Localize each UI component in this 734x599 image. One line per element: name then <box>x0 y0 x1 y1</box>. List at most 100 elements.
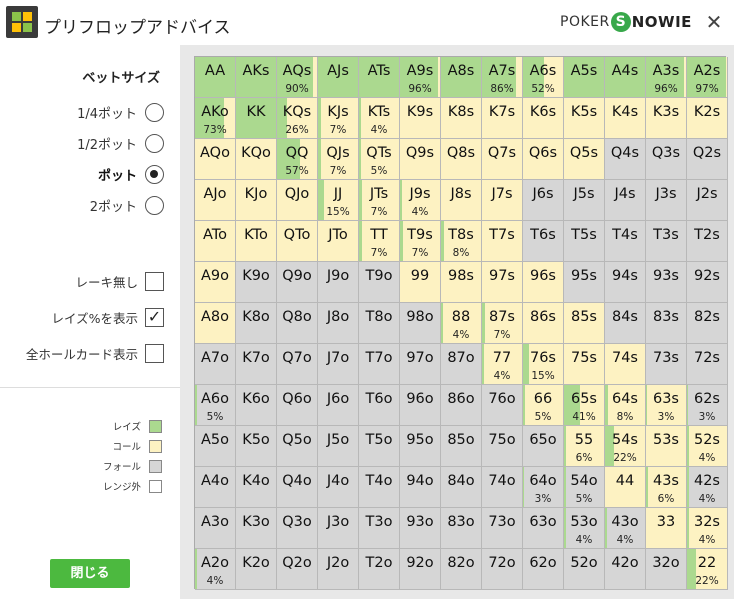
hand-cell[interactable]: 65s 41% <box>564 385 605 426</box>
hand-cell[interactable]: A4o <box>195 467 236 508</box>
hand-cell[interactable]: T4s <box>605 221 646 262</box>
hand-cell[interactable]: K7s <box>482 98 523 139</box>
hand-cell[interactable]: K7o <box>236 344 277 385</box>
hand-cell[interactable]: 33 <box>646 508 687 549</box>
hand-cell[interactable]: 76s 15% <box>523 344 564 385</box>
hand-cell[interactable]: A6s 52% <box>523 57 564 98</box>
hand-cell[interactable]: 82s <box>687 303 728 344</box>
hand-cell[interactable]: 75s <box>564 344 605 385</box>
hand-cell[interactable]: 99 <box>400 262 441 303</box>
hand-cell[interactable]: ATo <box>195 221 236 262</box>
hand-cell[interactable]: Q6s <box>523 139 564 180</box>
hand-cell[interactable]: TT 7% <box>359 221 400 262</box>
hand-cell[interactable]: Q5o <box>277 426 318 467</box>
hand-cell[interactable]: 86s <box>523 303 564 344</box>
hand-cell[interactable]: 63o <box>523 508 564 549</box>
hand-cell[interactable]: J8s <box>441 180 482 221</box>
hand-cell[interactable]: K6o <box>236 385 277 426</box>
hand-cell[interactable]: KQs 26% <box>277 98 318 139</box>
hand-cell[interactable]: J5s <box>564 180 605 221</box>
hand-cell[interactable]: 64s 8% <box>605 385 646 426</box>
hand-cell[interactable]: 97o <box>400 344 441 385</box>
hand-cell[interactable]: 72o <box>482 549 523 590</box>
hand-cell[interactable]: QJs 7% <box>318 139 359 180</box>
hand-cell[interactable]: 83s <box>646 303 687 344</box>
hand-cell[interactable]: J4o <box>318 467 359 508</box>
show-raise-percent-checkbox[interactable]: ✓ <box>145 307 164 327</box>
hand-cell[interactable]: 62o <box>523 549 564 590</box>
hand-cell[interactable]: 32o <box>646 549 687 590</box>
hand-cell[interactable]: 94s <box>605 262 646 303</box>
hand-cell[interactable]: T7o <box>359 344 400 385</box>
hand-cell[interactable]: A9o <box>195 262 236 303</box>
hand-cell[interactable]: A4s <box>605 57 646 98</box>
hand-cell[interactable]: K9o <box>236 262 277 303</box>
hand-cell[interactable]: K5s <box>564 98 605 139</box>
hand-cell[interactable]: K6s <box>523 98 564 139</box>
hand-cell[interactable]: 77 4% <box>482 344 523 385</box>
hand-cell[interactable]: A5s <box>564 57 605 98</box>
hand-cell[interactable]: 86o <box>441 385 482 426</box>
radio-button[interactable] <box>145 133 164 153</box>
hand-cell[interactable]: 52o <box>564 549 605 590</box>
hand-cell[interactable]: 98s <box>441 262 482 303</box>
hand-cell[interactable]: A2o 4% <box>195 549 236 590</box>
hand-cell[interactable]: T8s 8% <box>441 221 482 262</box>
hand-cell[interactable]: T2o <box>359 549 400 590</box>
hand-cell[interactable]: J6s <box>523 180 564 221</box>
hand-cell[interactable]: T7s <box>482 221 523 262</box>
hand-cell[interactable]: J2s <box>687 180 728 221</box>
hand-cell[interactable]: 83o <box>441 508 482 549</box>
hand-cell[interactable]: JTs 7% <box>359 180 400 221</box>
hand-cell[interactable]: T5o <box>359 426 400 467</box>
close-icon[interactable]: ✕ <box>702 10 726 34</box>
hand-cell[interactable]: K8o <box>236 303 277 344</box>
hand-cell[interactable]: 87s 7% <box>482 303 523 344</box>
hand-cell[interactable]: 54s 22% <box>605 426 646 467</box>
hand-cell[interactable]: 95o <box>400 426 441 467</box>
hand-cell[interactable]: T9o <box>359 262 400 303</box>
option-show-raise-percent[interactable]: レイズ%を表示 ✓ <box>51 306 164 328</box>
hand-cell[interactable]: T5s <box>564 221 605 262</box>
hand-cell[interactable]: J3s <box>646 180 687 221</box>
hand-cell[interactable]: A5o <box>195 426 236 467</box>
hand-cell[interactable]: J7s <box>482 180 523 221</box>
hand-cell[interactable]: JTo <box>318 221 359 262</box>
hand-cell[interactable]: 84s <box>605 303 646 344</box>
hand-cell[interactable]: A9s 96% <box>400 57 441 98</box>
hand-cell[interactable]: 96o <box>400 385 441 426</box>
hand-cell[interactable]: K5o <box>236 426 277 467</box>
hand-cell[interactable]: 22 22% <box>687 549 728 590</box>
hand-cell[interactable]: QJo <box>277 180 318 221</box>
radio-button[interactable] <box>145 102 164 122</box>
hand-cell[interactable]: 85o <box>441 426 482 467</box>
hand-cell[interactable]: T6s <box>523 221 564 262</box>
hand-cell[interactable]: J2o <box>318 549 359 590</box>
hand-cell[interactable]: 74o <box>482 467 523 508</box>
hand-cell[interactable]: Q2s <box>687 139 728 180</box>
hand-cell[interactable]: 84o <box>441 467 482 508</box>
hand-cell[interactable]: J9o <box>318 262 359 303</box>
hand-cell[interactable]: K4o <box>236 467 277 508</box>
hand-cell[interactable]: Q8o <box>277 303 318 344</box>
hand-cell[interactable]: K8s <box>441 98 482 139</box>
hand-cell[interactable]: 43o 4% <box>605 508 646 549</box>
bet-option-pot[interactable]: ポット <box>98 163 164 185</box>
hand-cell[interactable]: 32s 4% <box>687 508 728 549</box>
hand-cell[interactable]: 88 4% <box>441 303 482 344</box>
hand-cell[interactable]: 93s <box>646 262 687 303</box>
hand-cell[interactable]: 73o <box>482 508 523 549</box>
hand-cell[interactable]: QTo <box>277 221 318 262</box>
hand-cell[interactable]: 92o <box>400 549 441 590</box>
hand-cell[interactable]: 92s <box>687 262 728 303</box>
hand-cell[interactable]: 97s <box>482 262 523 303</box>
hand-cell[interactable]: 65o <box>523 426 564 467</box>
hand-cell[interactable]: K2s <box>687 98 728 139</box>
hand-cell[interactable]: K4s <box>605 98 646 139</box>
hand-cell[interactable]: AQo <box>195 139 236 180</box>
hand-cell[interactable]: 63s 3% <box>646 385 687 426</box>
hand-cell[interactable]: A7o <box>195 344 236 385</box>
hand-cell[interactable]: Q2o <box>277 549 318 590</box>
hand-cell[interactable]: A8s <box>441 57 482 98</box>
hand-cell[interactable]: 98o <box>400 303 441 344</box>
